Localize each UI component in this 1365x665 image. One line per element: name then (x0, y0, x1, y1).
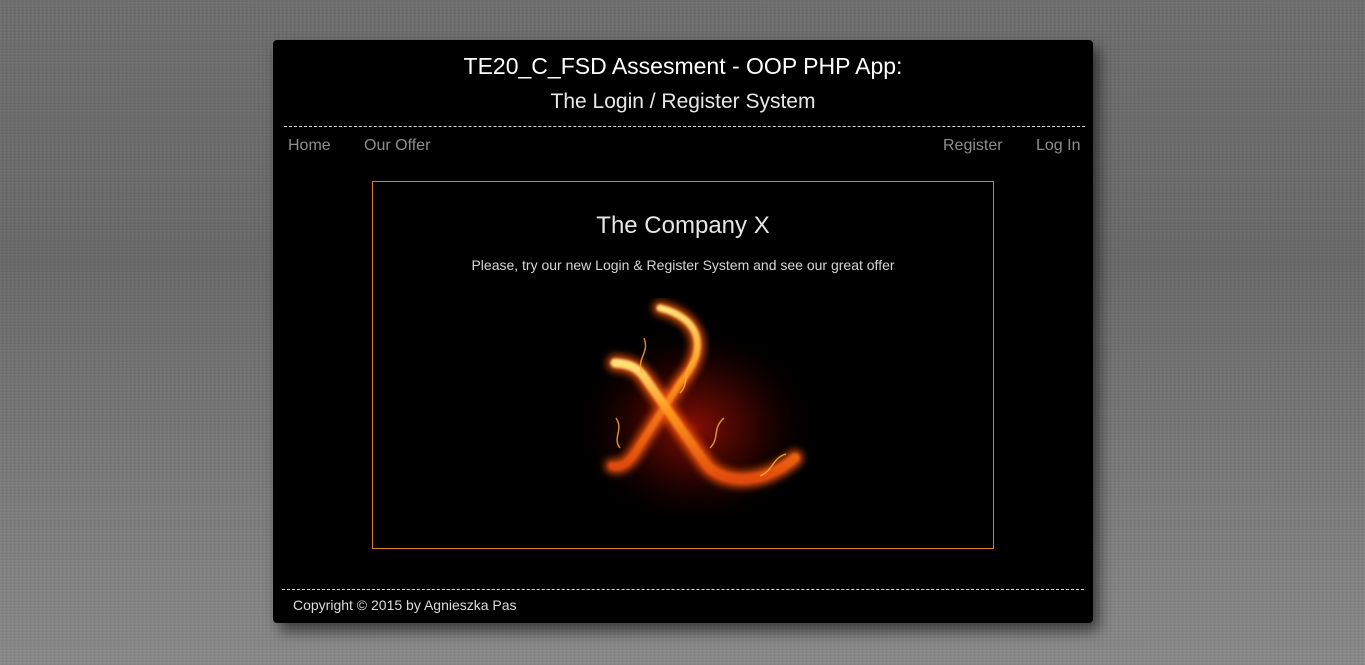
footer-divider (282, 589, 1084, 590)
nav-log-in-link[interactable]: Log In (1036, 137, 1080, 155)
company-heading: The Company X (596, 212, 770, 239)
nav-home-link[interactable]: Home (288, 137, 331, 155)
header-divider (284, 126, 1085, 127)
content-box: The Company X Please, try our new Login … (372, 181, 994, 549)
nav-our-offer-link[interactable]: Our Offer (364, 137, 430, 155)
page-container: TE20_C_FSD Assesment - OOP PHP App: The … (273, 40, 1093, 623)
fire-x-logo-icon (570, 301, 820, 518)
footer-copyright: Copyright © 2015 by Agnieszka Pas (293, 597, 517, 613)
page-subtitle: The Login / Register System (550, 90, 816, 113)
tagline: Please, try our new Login & Register Sys… (471, 257, 895, 273)
nav-register-link[interactable]: Register (943, 137, 1003, 155)
main-nav: Home Our Offer Register Log In (273, 137, 1093, 159)
page-title: TE20_C_FSD Assesment - OOP PHP App: (463, 53, 903, 79)
